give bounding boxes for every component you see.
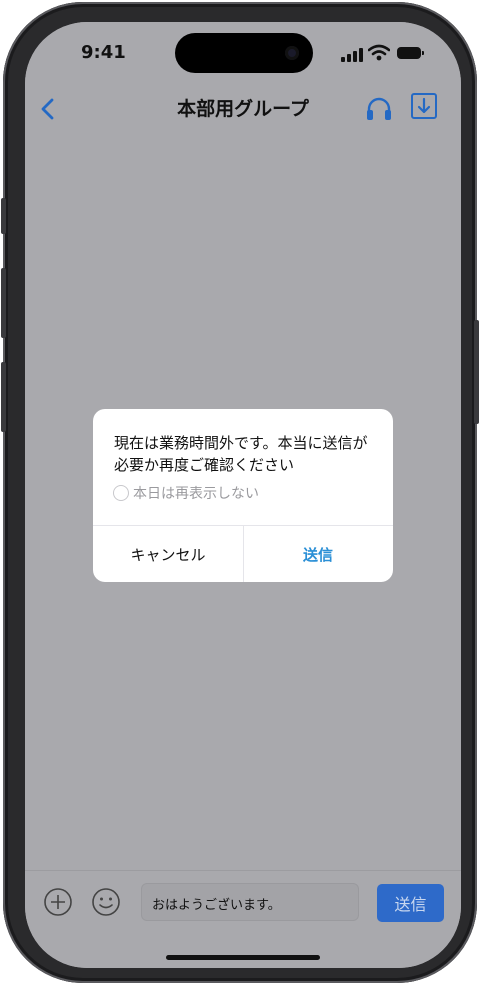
dont-show-today-option[interactable]: 本日は再表示しない	[113, 483, 259, 503]
after-hours-confirm-dialog: 現在は業務時間外です。本当に送信が必要か再度ご確認ください 本日は再表示しない …	[93, 409, 393, 582]
smiley-icon[interactable]	[91, 887, 121, 917]
send-button[interactable]: 送信	[377, 884, 444, 922]
dialog-message: 現在は業務時間外です。本当に送信が必要か再度ご確認ください	[114, 434, 368, 474]
message-input[interactable]: おはようございます。	[141, 883, 359, 921]
radio-circle-icon[interactable]	[113, 485, 129, 501]
side-power-button	[474, 320, 479, 424]
plus-circle-icon[interactable]	[43, 887, 73, 917]
screen: 9:41 本部用グループ 現在は業務時間外です。本当に送信が必要か再度ご確認くだ…	[25, 22, 461, 968]
home-indicator[interactable]	[166, 955, 320, 960]
phone-frame: 9:41 本部用グループ 現在は業務時間外です。本当に送信が必要か再度ご確認くだ…	[1, 2, 479, 983]
cancel-button[interactable]: キャンセル	[93, 526, 243, 582]
status-bar: 9:41	[25, 22, 461, 92]
action-button	[1, 198, 6, 234]
message-composer: おはようございます。 送信	[25, 870, 461, 968]
volume-down-button	[1, 362, 6, 432]
confirm-send-button[interactable]: 送信	[243, 526, 393, 582]
wifi-icon	[368, 44, 390, 61]
group-title: 本部用グループ	[177, 98, 309, 120]
camera-icon	[285, 46, 299, 60]
chat-header: 本部用グループ	[25, 92, 461, 132]
battery-icon	[397, 47, 424, 59]
cellular-signal-icon	[341, 48, 363, 62]
dont-show-today-label: 本日は再表示しない	[133, 486, 259, 502]
volume-up-button	[1, 268, 6, 338]
status-time: 9:41	[81, 42, 126, 63]
download-icon[interactable]	[410, 92, 438, 120]
headphones-icon[interactable]	[364, 94, 394, 124]
dynamic-island	[175, 33, 313, 73]
